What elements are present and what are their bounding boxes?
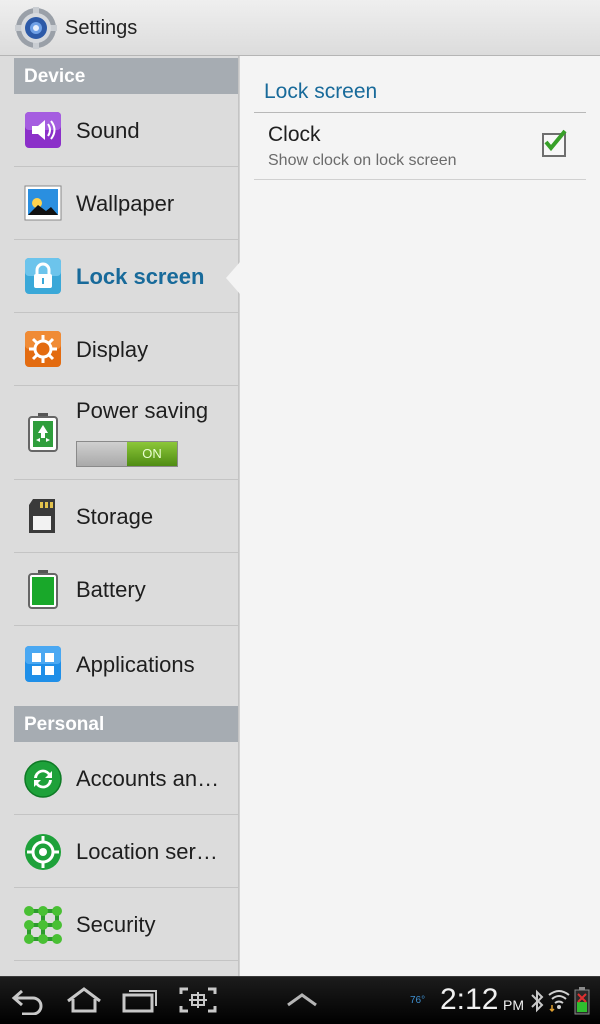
sidebar-item-storage[interactable]: Storage <box>14 480 240 553</box>
status-ampm: PM <box>503 997 524 1013</box>
toggle-on-label: ON <box>127 442 177 466</box>
wallpaper-icon <box>24 185 62 221</box>
section-header-personal: Personal <box>14 706 240 742</box>
apps-grid-icon <box>25 646 61 682</box>
sidebar-item-battery[interactable]: Battery <box>14 553 240 626</box>
section-header-device: Device <box>14 58 240 94</box>
sidebar-item-accounts[interactable]: Accounts an… <box>14 742 240 815</box>
power-saving-toggle[interactable]: ON <box>76 441 178 467</box>
battery-icon <box>28 570 58 609</box>
security-pattern-icon <box>24 906 62 944</box>
app-title: Settings <box>65 17 138 39</box>
sidebar-item-label: Power saving <box>76 398 209 423</box>
gear-icon[interactable] <box>14 6 58 50</box>
location-target-icon <box>25 834 61 870</box>
sidebar-item-label: Sound <box>76 118 140 143</box>
sidebar-item-label: Storage <box>76 504 154 529</box>
action-bar: Settings <box>0 0 600 56</box>
sidebar-item-label: Location ser… <box>76 839 218 864</box>
sync-icon <box>24 760 62 798</box>
sidebar-item-label: Wallpaper <box>76 191 175 216</box>
settings-sidebar: Device Sound Wallpaper Lock screen Displ… <box>0 56 240 976</box>
back-icon[interactable] <box>8 985 48 1015</box>
sidebar-item-location-services[interactable]: Location ser… <box>14 815 240 888</box>
detail-title: Lock screen <box>264 80 378 103</box>
bluetooth-icon <box>531 989 544 1013</box>
recent-apps-icon[interactable] <box>120 985 160 1015</box>
clock-checkbox[interactable] <box>542 129 567 157</box>
detail-pane: Lock screen Clock Show clock on lock scr… <box>240 56 600 976</box>
sidebar-item-power-saving[interactable]: Power saving ON <box>14 386 240 480</box>
home-icon[interactable] <box>64 985 104 1015</box>
temperature-readout: 76° <box>410 995 426 1006</box>
sidebar-item-security[interactable]: Security <box>14 888 240 961</box>
sd-card-icon <box>29 499 55 533</box>
battery-charging-icon <box>574 987 590 1015</box>
wifi-icon <box>548 990 570 1013</box>
checkmark-icon <box>544 129 567 152</box>
sidebar-item-label: Accounts an… <box>76 766 220 791</box>
pref-summary: Show clock on lock screen <box>268 152 457 169</box>
sidebar-item-sound[interactable]: Sound <box>14 94 240 167</box>
sidebar-item-label: Security <box>76 912 156 937</box>
sidebar-item-label: Applications <box>76 652 195 677</box>
sidebar-item-applications[interactable]: Applications <box>14 626 240 705</box>
sidebar-item-lock-screen[interactable]: Lock screen <box>14 240 240 313</box>
screenshot-icon[interactable] <box>178 985 218 1015</box>
system-bar: 76° 2:12 PM <box>0 976 600 1024</box>
expand-up-icon[interactable] <box>282 985 322 1015</box>
pref-title: Clock <box>268 123 321 146</box>
recycle-battery-icon <box>28 413 58 452</box>
selection-indicator <box>226 262 240 294</box>
sidebar-item-label: Display <box>76 337 149 362</box>
display-brightness-icon <box>25 331 61 367</box>
speaker-icon <box>25 112 61 148</box>
sidebar-item-label: Lock screen <box>76 264 205 289</box>
sidebar-item-label: Battery <box>76 577 146 602</box>
sidebar-item-wallpaper[interactable]: Wallpaper <box>14 167 240 240</box>
lock-icon <box>25 258 61 294</box>
sidebar-item-display[interactable]: Display <box>14 313 240 386</box>
pref-clock[interactable]: Clock Show clock on lock screen <box>254 113 586 180</box>
status-clock[interactable]: 2:12 <box>440 983 498 1017</box>
